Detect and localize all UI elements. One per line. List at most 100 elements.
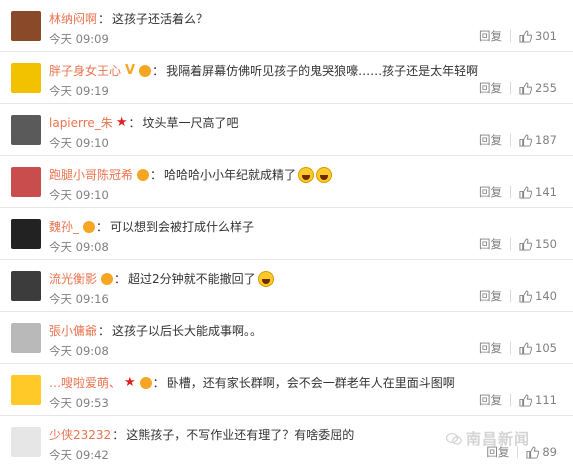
avatar[interactable] [11, 115, 41, 145]
thumbs-up-icon [519, 133, 533, 147]
divider [510, 290, 512, 302]
like-button[interactable]: 150 [519, 237, 557, 251]
like-button[interactable]: 255 [519, 81, 557, 95]
username-link[interactable]: 林纳闷啊 [49, 10, 97, 27]
wechat-icon [446, 432, 462, 445]
member-badge-icon [139, 376, 152, 389]
like-button[interactable]: 301 [519, 29, 557, 43]
username-link[interactable]: 胖子身女王心 [49, 62, 121, 79]
like-count: 141 [535, 185, 557, 199]
comment-list: 林纳闷啊：这孩子还活着么？ 今天 09:09 回复 301 胖子身女王心 V ：… [0, 0, 573, 475]
member-badge-icon [83, 220, 96, 233]
like-count: 150 [535, 237, 557, 251]
reply-button[interactable]: 回复 [479, 80, 502, 96]
thumbs-up-icon [519, 289, 533, 303]
like-count: 140 [535, 289, 557, 303]
timestamp: 今天 09:08 [49, 344, 109, 358]
timestamp: 今天 09:19 [49, 84, 109, 98]
reply-button[interactable]: 回复 [479, 184, 502, 200]
username-link[interactable]: 張小傭爺 [49, 322, 97, 339]
thumbs-up-icon [519, 341, 533, 355]
reply-button[interactable]: 回复 [479, 340, 502, 356]
like-count: 301 [535, 29, 557, 43]
thumbs-up-icon [519, 393, 533, 407]
member-badge-icon [139, 64, 152, 77]
divider [510, 82, 512, 94]
divider [510, 394, 512, 406]
avatar[interactable] [11, 427, 41, 457]
timestamp: 今天 09:09 [49, 32, 109, 46]
avatar[interactable] [11, 167, 41, 197]
star-badge-icon: ★ [115, 115, 128, 130]
laugh-emoji-icon [257, 270, 274, 287]
like-button[interactable]: 187 [519, 133, 557, 147]
member-badge-icon [137, 168, 150, 181]
laugh-emoji-icon [298, 166, 315, 183]
thumbs-up-icon [519, 81, 533, 95]
timestamp: 今天 09:10 [49, 188, 109, 202]
divider [510, 342, 512, 354]
avatar[interactable] [11, 219, 41, 249]
like-button[interactable]: 141 [519, 185, 557, 199]
watermark: 南昌新闻 [446, 428, 530, 449]
reply-button[interactable]: 回复 [479, 132, 502, 148]
divider [510, 238, 512, 250]
like-count: 89 [542, 445, 557, 459]
avatar[interactable] [11, 375, 41, 405]
watermark-text: 南昌新闻 [466, 430, 531, 448]
reply-button[interactable]: 回复 [479, 28, 502, 44]
like-button[interactable]: 140 [519, 289, 557, 303]
comment-row: …嗖啦爱萌、 ★ ：卧槽，还有家长群啊，会不会一群老年人在里面斗图啊 今天 09… [0, 364, 573, 416]
comment-text: 这熊孩子，不写作业还有理了？有啥委屈的 [126, 428, 355, 442]
comment-row: 胖子身女王心 V ：我隔着屏幕仿佛听见孩子的鬼哭狼嚎……孩子还是太年轻啊 今天 … [0, 52, 573, 104]
comment-row: 魏孙_ ：可以想到会被打成什么样子 今天 09:08 回复 150 [0, 208, 573, 260]
username-link[interactable]: 魏孙_ [49, 218, 79, 235]
avatar[interactable] [11, 323, 41, 353]
comment-text: 超过2分钟就不能撤回了 [128, 272, 256, 286]
like-button[interactable]: 111 [519, 393, 557, 407]
comment-text: 坟头草一尺高了吧 [142, 116, 239, 130]
divider [510, 30, 512, 42]
like-button[interactable]: 89 [526, 445, 557, 459]
member-badge-icon [101, 272, 114, 285]
divider [510, 134, 512, 146]
comment-row: 林纳闷啊：这孩子还活着么？ 今天 09:09 回复 301 [0, 0, 573, 52]
username-link[interactable]: 流光衡影 [49, 270, 97, 287]
divider [510, 186, 512, 198]
comment-text: 这孩子还活着么？ [112, 12, 209, 26]
avatar[interactable] [11, 63, 41, 93]
like-count: 111 [535, 393, 557, 407]
timestamp: 今天 09:08 [49, 240, 109, 254]
like-count: 255 [535, 81, 557, 95]
username-link[interactable]: 跑腿小哥陈冠希 [49, 166, 133, 183]
timestamp: 今天 09:16 [49, 292, 109, 306]
like-count: 187 [535, 133, 557, 147]
reply-button[interactable]: 回复 [479, 288, 502, 304]
comment-text: 这孩子以后长大能成事啊。。 [112, 324, 263, 338]
username-link[interactable]: lapierre_朱 [49, 114, 113, 131]
username-link[interactable]: …嗖啦爱萌、 [49, 374, 121, 391]
avatar[interactable] [11, 11, 41, 41]
comment-row: 跑腿小哥陈冠希 ：哈哈哈小小年纪就成精了 今天 09:10 回复 141 [0, 156, 573, 208]
reply-button[interactable]: 回复 [479, 392, 502, 408]
comment-text: 可以想到会被打成什么样子 [110, 220, 255, 234]
thumbs-up-icon [519, 185, 533, 199]
username-link[interactable]: 少侠23232 [49, 426, 111, 443]
timestamp: 今天 09:10 [49, 136, 109, 150]
reply-button[interactable]: 回复 [479, 236, 502, 252]
comment-row: 流光衡影 ：超过2分钟就不能撤回了 今天 09:16 回复 140 [0, 260, 573, 312]
comment-text: 我隔着屏幕仿佛听见孩子的鬼哭狼嚎……孩子还是太年轻啊 [166, 64, 479, 78]
comment-row: 張小傭爺：这孩子以后长大能成事啊。。 今天 09:08 回复 105 [0, 312, 573, 364]
thumbs-up-icon [519, 29, 533, 43]
avatar[interactable] [11, 271, 41, 301]
comment-text: 哈哈哈小小年纪就成精了 [164, 168, 297, 182]
like-button[interactable]: 105 [519, 341, 557, 355]
comment-row: lapierre_朱 ★ ：坟头草一尺高了吧 今天 09:10 回复 187 [0, 104, 573, 156]
timestamp: 今天 09:42 [49, 448, 109, 462]
laugh-emoji-icon [316, 166, 333, 183]
thumbs-up-icon [519, 237, 533, 251]
comment-text: 卧槽，还有家长群啊，会不会一群老年人在里面斗图啊 [166, 376, 455, 390]
star-badge-icon: ★ [124, 375, 136, 390]
like-count: 105 [535, 341, 557, 355]
verified-v-icon: V [125, 63, 136, 78]
